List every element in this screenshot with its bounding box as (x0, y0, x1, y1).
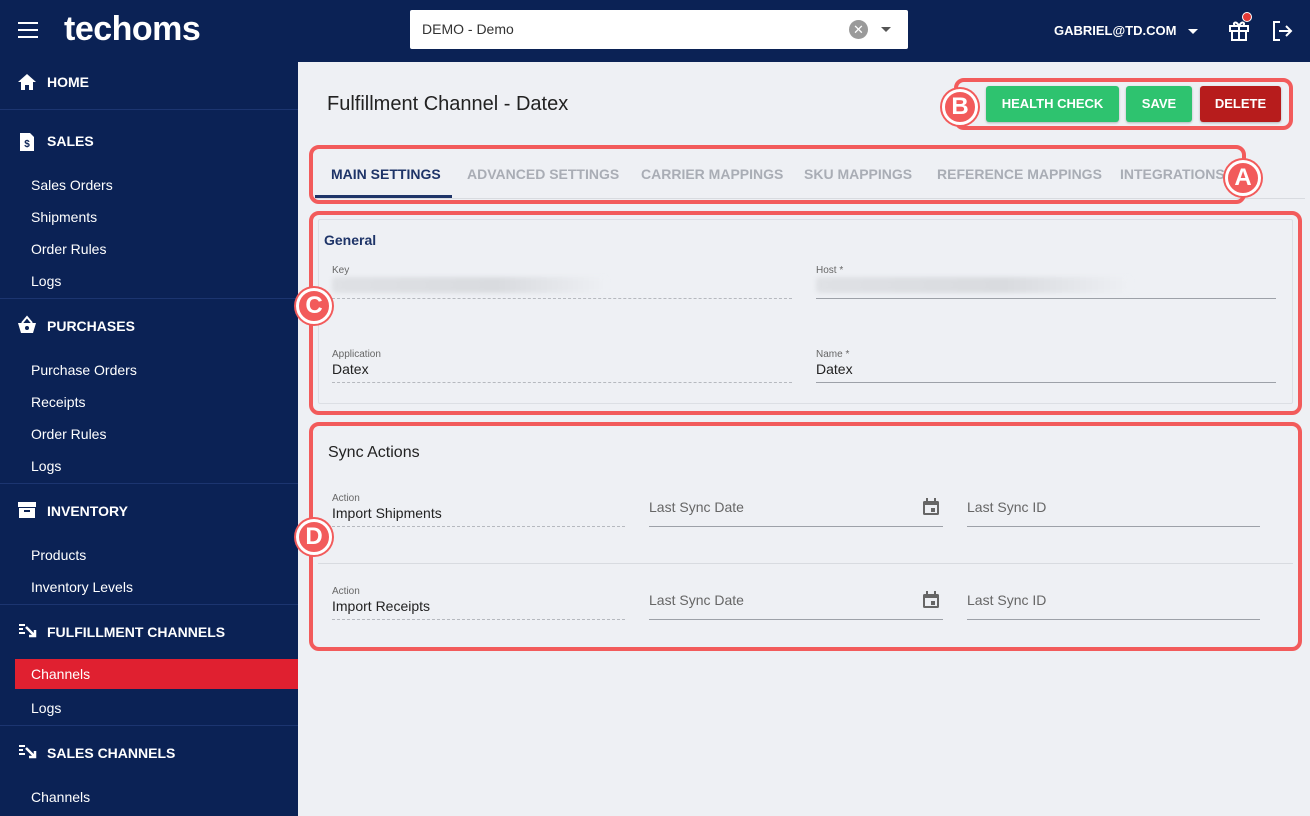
last-sync-date-input[interactable]: Last Sync Date (649, 499, 744, 515)
general-title: General (324, 232, 377, 248)
tab-carrier-mappings[interactable]: CARRIER MAPPINGS (641, 166, 783, 182)
key-value-redacted[interactable] (332, 277, 607, 293)
last-sync-date-field[interactable] (649, 619, 943, 620)
action-field (332, 526, 625, 527)
sidebar-item-products[interactable]: Products (0, 540, 298, 570)
delete-button[interactable]: DELETE (1200, 86, 1281, 122)
home-icon (18, 74, 36, 90)
tab-reference-mappings[interactable]: REFERENCE MAPPINGS (937, 166, 1102, 182)
tab-advanced-settings[interactable]: ADVANCED SETTINGS (467, 166, 619, 182)
sync-actions-title: Sync Actions (328, 444, 420, 461)
sidebar-item-logs[interactable]: Logs (0, 693, 298, 723)
key-label: Key (332, 265, 350, 276)
action-label: Action (332, 493, 360, 504)
logout-icon[interactable] (1270, 19, 1294, 43)
page-title: Fulfillment Channel - Datex (327, 93, 569, 115)
settings-tabs: MAIN SETTINGS ADVANCED SETTINGS CARRIER … (315, 150, 1305, 199)
basket-icon (18, 315, 36, 333)
last-sync-id-field[interactable] (967, 526, 1260, 527)
action-value: Import Receipts (332, 598, 431, 614)
last-sync-id-input[interactable]: Last Sync ID (967, 592, 1046, 608)
tab-integrations[interactable]: INTEGRATIONS (1120, 166, 1225, 182)
sidebar-section-sales[interactable]: $ SALES (0, 109, 298, 157)
organization-select[interactable]: DEMO - Demo ✕ (410, 10, 908, 49)
host-field[interactable] (816, 298, 1276, 299)
sidebar-item-order-rules[interactable]: Order Rules (0, 234, 298, 264)
sidebar-section-label: SALES CHANNELS (47, 745, 176, 761)
sidebar-section-home[interactable]: HOME (0, 62, 298, 108)
last-sync-id-field[interactable] (967, 619, 1260, 620)
sidebar-section-label: SALES (47, 133, 94, 149)
active-tab-indicator (315, 195, 452, 198)
application-value: Datex (332, 361, 369, 377)
health-check-button[interactable]: HEALTH CHECK (986, 86, 1119, 122)
calendar-icon[interactable] (921, 590, 941, 610)
gift-icon[interactable] (1228, 12, 1252, 41)
last-sync-date-field[interactable] (649, 526, 943, 527)
sidebar-section-label: HOME (47, 74, 89, 90)
general-card (318, 219, 1293, 404)
channel-icon (19, 745, 37, 759)
annotation-badge-d: D (296, 519, 332, 555)
chevron-down-icon[interactable] (1188, 29, 1198, 34)
host-value-redacted[interactable] (816, 277, 1131, 293)
host-label: Host * (816, 265, 844, 276)
app-logo[interactable]: techoms (64, 10, 201, 49)
sidebar: HOME $ SALES Sales Orders Shipments Orde… (0, 62, 298, 816)
save-button[interactable]: SAVE (1126, 86, 1192, 122)
chevron-down-icon[interactable] (881, 27, 891, 32)
annotation-badge-b: B (942, 89, 978, 125)
sidebar-item-order-rules[interactable]: Order Rules (0, 419, 298, 449)
tab-sku-mappings[interactable]: SKU MAPPINGS (804, 166, 912, 182)
sidebar-item-channels[interactable]: Channels (15, 659, 298, 689)
sidebar-item-receipts[interactable]: Receipts (0, 387, 298, 417)
sidebar-item-channels[interactable]: Channels (0, 782, 298, 812)
tab-main-settings[interactable]: MAIN SETTINGS (331, 166, 441, 182)
sidebar-section-sales-channels[interactable]: SALES CHANNELS (0, 725, 298, 771)
annotation-badge-c: C (296, 288, 332, 324)
application-field[interactable] (332, 382, 792, 383)
name-label: Name * (816, 349, 850, 360)
sidebar-section-inventory[interactable]: INVENTORY (0, 483, 298, 529)
organization-select-value: DEMO - Demo (422, 21, 514, 37)
name-value[interactable]: Datex (816, 361, 853, 377)
sync-actions-card (318, 430, 1293, 640)
last-sync-id-input[interactable]: Last Sync ID (967, 499, 1046, 515)
sidebar-section-label: PURCHASES (47, 318, 135, 334)
sidebar-item-purchase-orders[interactable]: Purchase Orders (0, 355, 298, 385)
action-label: Action (332, 586, 360, 597)
sidebar-section-label: FULFILLMENT CHANNELS (47, 624, 226, 640)
menu-icon[interactable] (18, 22, 38, 38)
sidebar-item-logs[interactable]: Logs (0, 266, 298, 296)
row-divider (318, 563, 1293, 564)
sidebar-section-fulfillment-channels[interactable]: FULFILLMENT CHANNELS (0, 604, 298, 650)
dollar-doc-icon: $ (20, 133, 34, 151)
action-value: Import Shipments (332, 505, 442, 521)
sidebar-item-logs[interactable]: Logs (0, 451, 298, 481)
application-label: Application (332, 349, 381, 360)
annotation-badge-a: A (1225, 160, 1261, 196)
clear-icon[interactable]: ✕ (849, 20, 868, 39)
sidebar-item-inventory-levels[interactable]: Inventory Levels (0, 572, 298, 602)
top-bar: techoms DEMO - Demo ✕ GABRIEL@TD.COM (0, 0, 1310, 62)
channel-icon (19, 624, 37, 638)
sidebar-item-shipments[interactable]: Shipments (0, 202, 298, 232)
archive-icon (18, 502, 36, 518)
action-field (332, 619, 625, 620)
sidebar-item-sales-orders[interactable]: Sales Orders (0, 170, 298, 200)
sidebar-section-label: INVENTORY (47, 503, 128, 519)
svg-text:$: $ (24, 139, 30, 150)
notification-dot (1242, 12, 1252, 22)
user-menu[interactable]: GABRIEL@TD.COM (1054, 23, 1176, 38)
name-field[interactable] (816, 382, 1276, 383)
calendar-icon[interactable] (921, 497, 941, 517)
sidebar-section-purchases[interactable]: PURCHASES (0, 298, 298, 344)
last-sync-date-input[interactable]: Last Sync Date (649, 592, 744, 608)
key-field[interactable] (332, 298, 792, 299)
